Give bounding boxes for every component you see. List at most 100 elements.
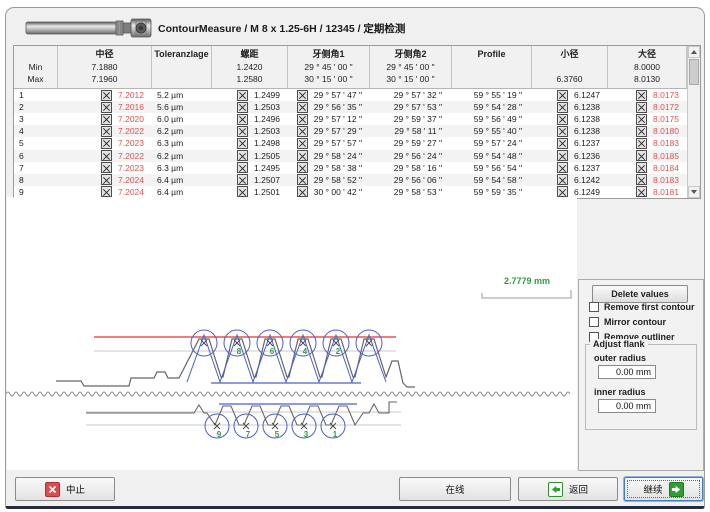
checked-checkbox-icon[interactable] bbox=[636, 126, 647, 137]
adjust-flank-legend: Adjust flank bbox=[590, 339, 648, 349]
table-row[interactable]: 27.20165.6 µm1.250329 ° 56 ' 35 "29 ° 57… bbox=[14, 101, 687, 113]
column-header-toleranzlage: Toleranzlage bbox=[152, 46, 212, 88]
cell-pitch-diameter: 7.2022 bbox=[58, 125, 152, 137]
table-row[interactable]: 87.20246.4 µm1.250729 ° 58 ' 52 "29 ° 56… bbox=[14, 174, 687, 186]
cell-profile: 59 ° 54 ' 58 " bbox=[452, 174, 532, 186]
table-row[interactable]: 57.20236.3 µm1.249829 ° 57 ' 57 "29 ° 59… bbox=[14, 137, 687, 149]
checked-checkbox-icon[interactable] bbox=[557, 114, 568, 125]
checked-checkbox-icon[interactable] bbox=[237, 138, 248, 149]
checked-checkbox-icon[interactable] bbox=[557, 102, 568, 113]
checked-checkbox-icon[interactable] bbox=[636, 102, 647, 113]
cell-profile: 59 ° 55 ' 19 " bbox=[452, 89, 532, 101]
table-row[interactable]: 47.20226.2 µm1.250329 ° 57 ' 29 "29 ° 58… bbox=[14, 125, 687, 137]
svg-text:3: 3 bbox=[304, 430, 309, 439]
scale-value: 2.7779 mm bbox=[481, 276, 573, 286]
checked-checkbox-icon[interactable] bbox=[297, 126, 308, 137]
unchecked-checkbox-icon[interactable] bbox=[589, 317, 599, 327]
svg-text:5: 5 bbox=[275, 430, 280, 439]
checked-checkbox-icon[interactable] bbox=[297, 162, 308, 173]
scroll-up-icon[interactable] bbox=[688, 46, 700, 58]
checked-checkbox-icon[interactable] bbox=[557, 126, 568, 137]
cell-tolerance: 6.2 µm bbox=[152, 125, 212, 137]
checked-checkbox-icon[interactable] bbox=[101, 114, 112, 125]
table-row[interactable]: 17.20125.2 µm1.249929 ° 57 ' 47 "29 ° 57… bbox=[14, 89, 687, 101]
checked-checkbox-icon[interactable] bbox=[557, 90, 568, 101]
scrollbar-thumb[interactable] bbox=[689, 59, 699, 85]
cell-minor-diameter: 6.1247 bbox=[532, 89, 608, 101]
column-header-profile: Profile bbox=[452, 46, 532, 88]
back-button[interactable]: 返回 bbox=[518, 477, 618, 501]
checked-checkbox-icon[interactable] bbox=[557, 186, 568, 197]
checked-checkbox-icon[interactable] bbox=[237, 150, 248, 161]
cell-flank-angle-2: 29 ° 58 ' 16 " bbox=[370, 162, 452, 174]
checked-checkbox-icon[interactable] bbox=[237, 174, 248, 185]
checked-checkbox-icon[interactable] bbox=[101, 174, 112, 185]
checked-checkbox-icon[interactable] bbox=[636, 186, 647, 197]
scroll-down-icon[interactable] bbox=[688, 186, 700, 198]
checked-checkbox-icon[interactable] bbox=[237, 102, 248, 113]
checked-checkbox-icon[interactable] bbox=[101, 126, 112, 137]
cell-minor-diameter: 6.1237 bbox=[532, 162, 608, 174]
cell-pitch: 1.2503 bbox=[212, 101, 288, 113]
checked-checkbox-icon[interactable] bbox=[237, 186, 248, 197]
cell-major-diameter: 8.0183 bbox=[608, 137, 687, 149]
cell-pitch: 1.2503 bbox=[212, 125, 288, 137]
checked-checkbox-icon[interactable] bbox=[237, 162, 248, 173]
cell-flank-angle-2: 29 ° 56 ' 24 " bbox=[370, 150, 452, 162]
column-header-flank-angle-2: 牙侧角229 ° 45 ' 00 "30 ° 15 ' 00 " bbox=[370, 46, 452, 88]
checked-checkbox-icon[interactable] bbox=[237, 90, 248, 101]
checked-checkbox-icon[interactable] bbox=[297, 102, 308, 113]
row-number: 3 bbox=[14, 113, 58, 125]
cell-profile: 59 ° 54 ' 48 " bbox=[452, 150, 532, 162]
cell-major-diameter: 8.0180 bbox=[608, 125, 687, 137]
checked-checkbox-icon[interactable] bbox=[557, 150, 568, 161]
checked-checkbox-icon[interactable] bbox=[557, 138, 568, 149]
green-arrow-right-icon bbox=[669, 482, 684, 497]
next-button[interactable]: 继续 bbox=[624, 477, 703, 501]
table-scrollbar[interactable] bbox=[687, 46, 700, 198]
svg-text:2: 2 bbox=[336, 347, 341, 356]
mirror-contour-option[interactable]: Mirror contour bbox=[589, 317, 666, 327]
outer-radius-field[interactable]: 0.00 mm bbox=[598, 365, 656, 379]
delete-values-button[interactable]: Delete values bbox=[592, 285, 688, 303]
checked-checkbox-icon[interactable] bbox=[636, 174, 647, 185]
checked-checkbox-icon[interactable] bbox=[101, 186, 112, 197]
checked-checkbox-icon[interactable] bbox=[101, 90, 112, 101]
checked-checkbox-icon[interactable] bbox=[557, 162, 568, 173]
table-row[interactable]: 67.20226.2 µm1.250529 ° 58 ' 24 "29 ° 56… bbox=[14, 150, 687, 162]
checked-checkbox-icon[interactable] bbox=[101, 150, 112, 161]
page-title: ContourMeasure / M 8 x 1.25-6H / 12345 /… bbox=[158, 21, 405, 36]
cell-flank-angle-1: 29 ° 58 ' 38 " bbox=[288, 162, 370, 174]
column-header-pitch: 螺距1.24201.2580 bbox=[212, 46, 288, 88]
cell-minor-diameter: 6.1237 bbox=[532, 137, 608, 149]
checked-checkbox-icon[interactable] bbox=[297, 90, 308, 101]
remove-first-contour-option[interactable]: Remove first contour bbox=[589, 302, 695, 312]
checked-checkbox-icon[interactable] bbox=[237, 114, 248, 125]
checked-checkbox-icon[interactable] bbox=[101, 138, 112, 149]
checked-checkbox-icon[interactable] bbox=[297, 150, 308, 161]
cell-pitch: 1.2495 bbox=[212, 162, 288, 174]
table-row[interactable]: 77.20236.3 µm1.249529 ° 58 ' 38 "29 ° 58… bbox=[14, 162, 687, 174]
measured-contour-line bbox=[86, 402, 397, 425]
checked-checkbox-icon[interactable] bbox=[297, 114, 308, 125]
online-button[interactable]: 在线 bbox=[399, 477, 511, 501]
checked-checkbox-icon[interactable] bbox=[636, 162, 647, 173]
table-row[interactable]: 37.20206.0 µm1.249629 ° 57 ' 12 "29 ° 59… bbox=[14, 113, 687, 125]
checked-checkbox-icon[interactable] bbox=[297, 138, 308, 149]
abort-button[interactable]: 中止 bbox=[15, 477, 115, 501]
column-header-minor-diameter: 小径6.3760 bbox=[532, 46, 608, 88]
inner-radius-field[interactable]: 0.00 mm bbox=[598, 399, 656, 413]
unchecked-checkbox-icon[interactable] bbox=[589, 302, 599, 312]
checked-checkbox-icon[interactable] bbox=[297, 174, 308, 185]
checked-checkbox-icon[interactable] bbox=[101, 102, 112, 113]
checked-checkbox-icon[interactable] bbox=[636, 114, 647, 125]
checked-checkbox-icon[interactable] bbox=[636, 90, 647, 101]
checked-checkbox-icon[interactable] bbox=[636, 150, 647, 161]
checked-checkbox-icon[interactable] bbox=[237, 126, 248, 137]
checked-checkbox-icon[interactable] bbox=[297, 186, 308, 197]
checked-checkbox-icon[interactable] bbox=[101, 162, 112, 173]
checked-checkbox-icon[interactable] bbox=[557, 174, 568, 185]
row-number: 2 bbox=[14, 101, 58, 113]
cell-flank-angle-2: 29 ° 59 ' 37 " bbox=[370, 113, 452, 125]
checked-checkbox-icon[interactable] bbox=[636, 138, 647, 149]
